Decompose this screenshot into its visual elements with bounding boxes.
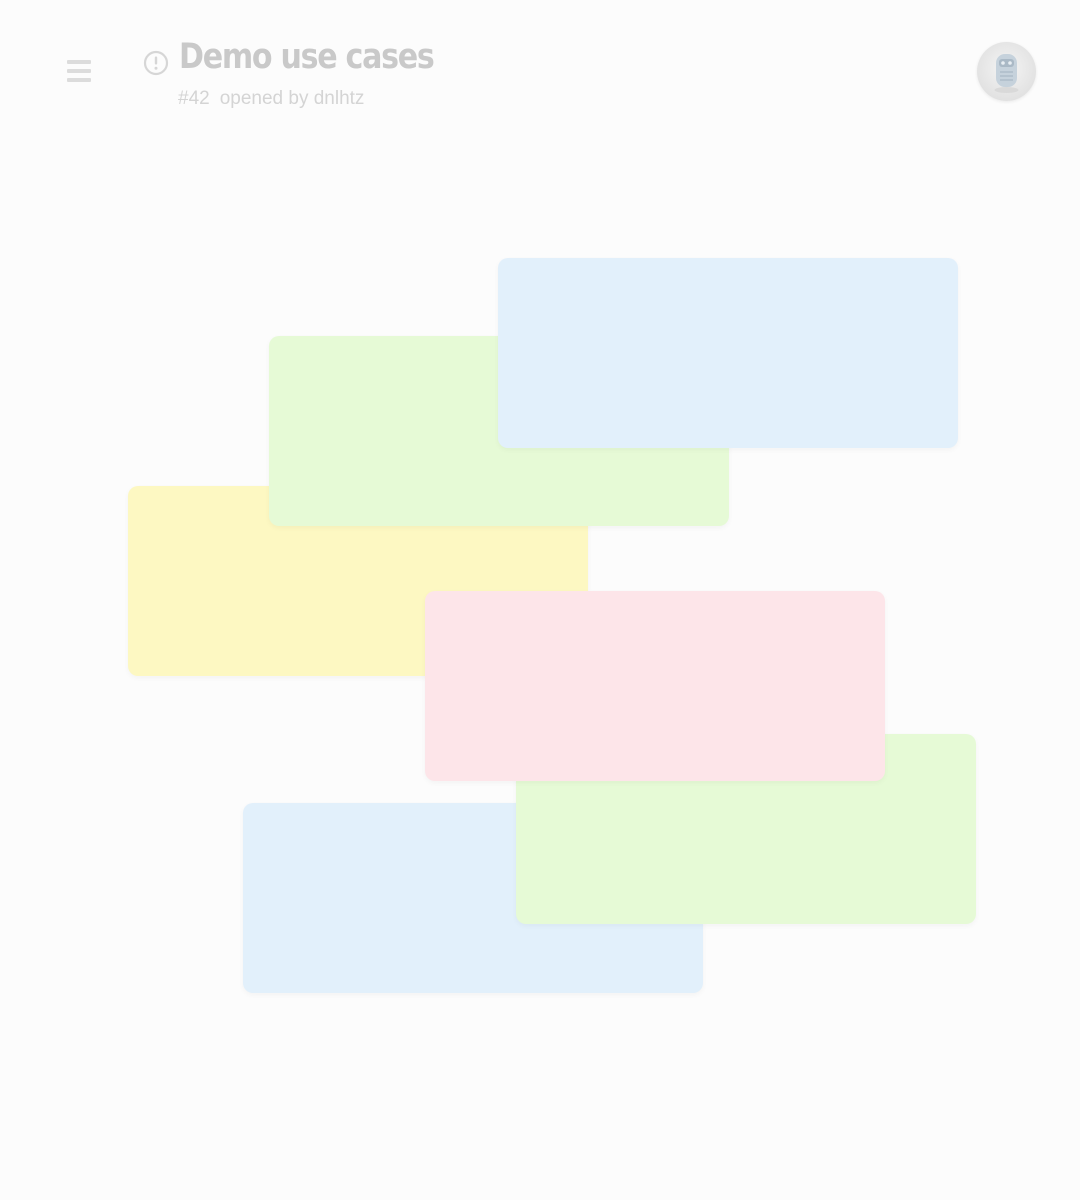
issue-open-icon [143,50,169,76]
issue-number: #42 [178,88,210,109]
page-title: Demo use cases [179,37,435,77]
card-blue-top[interactable] [498,258,958,448]
card-pink[interactable] [425,591,885,781]
issue-author: opened by dnlhtz [219,88,365,109]
avatar[interactable] [977,42,1036,101]
robot-avatar-icon [994,54,1019,93]
hamburger-menu-icon[interactable] [67,60,91,82]
issue-meta: #42 opened by dnlhtz [178,88,364,110]
